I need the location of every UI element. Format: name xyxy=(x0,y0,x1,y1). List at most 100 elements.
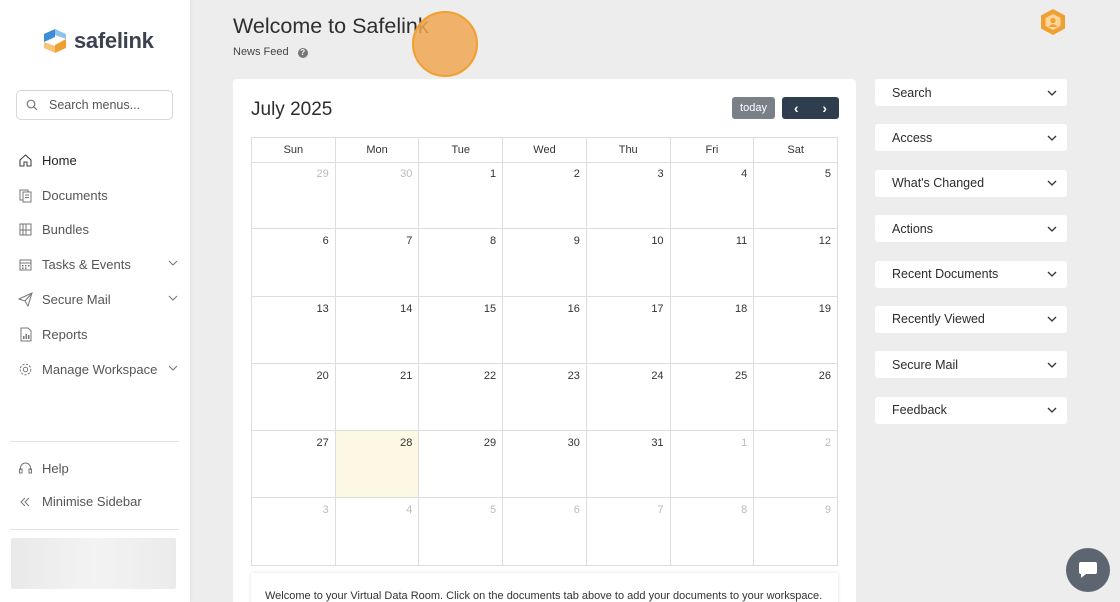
calendar-day[interactable]: 30 xyxy=(335,162,420,230)
news-feed-label: News Feed xyxy=(233,45,289,58)
sidebar-item-secure-mail[interactable]: Secure Mail xyxy=(16,282,180,317)
panel-label: Feedback xyxy=(892,403,947,418)
calendar-day[interactable]: 18 xyxy=(670,296,755,364)
user-avatar-icon[interactable] xyxy=(1040,8,1066,41)
calendar-day[interactable]: 7 xyxy=(586,498,671,566)
calendar-day[interactable]: 12 xyxy=(754,229,838,297)
sidebar-item-reports[interactable]: Reports xyxy=(16,317,180,352)
weekday-header: Wed xyxy=(503,138,587,163)
sidebar-item-help[interactable]: Help xyxy=(16,452,180,485)
panel-secure-mail[interactable]: Secure Mail xyxy=(875,351,1067,379)
calendar-day[interactable]: 26 xyxy=(754,363,838,432)
calendar-day[interactable]: 31 xyxy=(586,431,671,499)
send-icon xyxy=(16,291,34,309)
calendar-day[interactable]: 20 xyxy=(252,363,336,432)
chevron-down-icon xyxy=(1047,90,1057,96)
calendar-day[interactable]: 27 xyxy=(252,431,336,499)
double-chevron-left-icon xyxy=(16,493,34,511)
calendar-day[interactable]: 10 xyxy=(586,229,671,297)
user-profile-block[interactable] xyxy=(11,538,176,589)
calendar-day[interactable]: 29 xyxy=(419,431,504,499)
calendar-day[interactable]: 4 xyxy=(670,162,755,230)
calendar-day[interactable]: 16 xyxy=(503,296,587,364)
calendar-day[interactable]: 29 xyxy=(252,162,336,230)
weekday-header: Thu xyxy=(586,138,671,163)
next-month-button[interactable]: › xyxy=(811,97,840,119)
calendar-day[interactable]: 1 xyxy=(670,431,755,499)
calendar-day[interactable]: 5 xyxy=(754,162,838,230)
panel-what-s-changed[interactable]: What's Changed xyxy=(875,169,1067,197)
today-button[interactable]: today xyxy=(732,97,775,119)
sidebar-divider xyxy=(10,529,179,530)
panel-label: Recent Documents xyxy=(892,267,999,282)
safelink-logo[interactable]: safelink xyxy=(40,26,154,56)
calendar-day[interactable]: 8 xyxy=(419,229,504,297)
menu-search[interactable] xyxy=(16,90,173,120)
calendar-week-row: 20 21 22 23 24 25 26 xyxy=(252,363,838,432)
search-icon xyxy=(26,99,38,111)
calendar-day[interactable]: 6 xyxy=(503,498,587,566)
panel-access[interactable]: Access xyxy=(875,124,1067,152)
calendar-day[interactable]: 11 xyxy=(670,229,755,297)
calendar-day[interactable]: 21 xyxy=(335,363,420,432)
calendar-day[interactable]: 3 xyxy=(586,162,671,230)
news-feed-link[interactable]: News Feed ? xyxy=(233,45,308,58)
bundles-icon xyxy=(16,221,34,239)
page-title: Welcome to Safelink xyxy=(233,14,429,38)
calendar-day[interactable]: 2 xyxy=(503,162,587,230)
calendar-day[interactable]: 13 xyxy=(252,296,336,364)
calendar-day[interactable]: 3 xyxy=(252,498,336,566)
sidebar-item-home[interactable]: Home xyxy=(16,143,180,178)
calendar-day[interactable]: 4 xyxy=(335,498,420,566)
minimise-sidebar-button[interactable]: Minimise Sidebar xyxy=(16,485,180,518)
calendar-day[interactable]: 6 xyxy=(252,229,336,297)
calendar-day[interactable]: 8 xyxy=(670,498,755,566)
calendar-day[interactable]: 24 xyxy=(586,363,671,432)
calendar-day[interactable]: 30 xyxy=(503,431,587,499)
chevron-down-icon xyxy=(1047,271,1057,277)
calendar-day[interactable]: 17 xyxy=(586,296,671,364)
calendar-day[interactable]: 14 xyxy=(335,296,420,364)
panel-recent-documents[interactable]: Recent Documents xyxy=(875,260,1067,288)
calendar-week-row: 6 7 8 9 10 11 12 xyxy=(252,229,838,297)
chevron-down-icon xyxy=(1047,180,1057,187)
panel-label: Search xyxy=(892,85,932,100)
panel-actions[interactable]: Actions xyxy=(875,215,1067,243)
help-icon[interactable]: ? xyxy=(297,48,308,58)
calendar-day[interactable]: 15 xyxy=(419,296,504,364)
month-nav-buttons: ‹ › xyxy=(782,97,839,119)
chat-button[interactable] xyxy=(1066,548,1110,592)
calendar-day[interactable]: 5 xyxy=(419,498,504,566)
menu-search-input[interactable] xyxy=(49,98,149,112)
panel-label: Access xyxy=(892,130,933,145)
sidebar-item-bundles[interactable]: Bundles xyxy=(16,213,180,248)
prev-month-button[interactable]: ‹ xyxy=(782,97,811,119)
sidebar-item-manage-workspace[interactable]: Manage Workspace xyxy=(16,352,180,387)
calendar-day[interactable]: 7 xyxy=(335,229,420,297)
sidebar-item-tasks-events[interactable]: Tasks & Events xyxy=(16,247,180,282)
calendar-week-row: 13 14 15 16 17 18 19 xyxy=(252,296,838,364)
calendar-day[interactable]: 9 xyxy=(503,229,587,297)
chevron-down-icon xyxy=(1047,135,1057,141)
panel-recently-viewed[interactable]: Recently Viewed xyxy=(875,305,1067,333)
calendar-day[interactable]: 2 xyxy=(754,431,838,499)
chevron-down-icon xyxy=(1047,226,1057,232)
chevron-down-icon xyxy=(168,295,178,301)
calendar-day[interactable]: 22 xyxy=(419,363,504,432)
calendar-day[interactable]: 23 xyxy=(503,363,587,432)
panel-search[interactable]: Search xyxy=(875,79,1067,106)
sidebar-bottom-nav: Help Minimise Sidebar xyxy=(16,452,180,518)
weekday-header: Tue xyxy=(419,138,504,163)
sidebar-item-label: Bundles xyxy=(42,222,89,238)
calendar-day-today[interactable]: 28 xyxy=(335,431,420,499)
panel-label: What's Changed xyxy=(892,176,985,191)
click-indicator xyxy=(412,11,478,77)
calendar-day[interactable]: 9 xyxy=(754,498,838,566)
calendar-day[interactable]: 25 xyxy=(670,363,755,432)
sidebar-item-label: Minimise Sidebar xyxy=(42,494,142,509)
panel-feedback[interactable]: Feedback xyxy=(875,396,1067,424)
calendar-day[interactable]: 19 xyxy=(754,296,838,364)
calendar-day[interactable]: 1 xyxy=(419,162,504,230)
weekday-header: Sat xyxy=(754,138,838,163)
sidebar-item-documents[interactable]: Documents xyxy=(16,178,180,213)
